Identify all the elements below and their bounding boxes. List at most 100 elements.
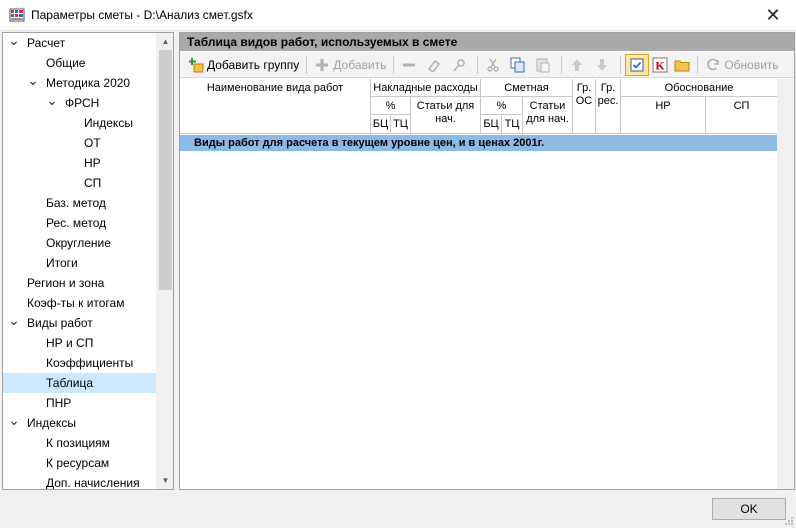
col-overhead: Накладные расходы — [371, 79, 481, 97]
tree-item[interactable]: Округление — [3, 233, 157, 253]
ok-button[interactable]: OK — [712, 498, 786, 520]
arrow-up-icon — [569, 57, 585, 73]
tree-item[interactable]: СП — [3, 173, 157, 193]
coefficient-button[interactable]: K — [649, 54, 671, 76]
copy-button[interactable] — [507, 54, 532, 76]
refresh-label: Обновить — [724, 57, 779, 72]
scroll-up-icon[interactable]: ▲ — [157, 33, 173, 50]
tree-item[interactable]: Общие — [3, 53, 157, 73]
tree-item[interactable]: ⌄ ФРСН — [3, 93, 157, 113]
grid-scrollbar[interactable] — [777, 79, 794, 489]
tree-item[interactable]: Индексы — [3, 113, 157, 133]
chevron-down-icon[interactable]: ⌄ — [8, 313, 20, 333]
tree-item[interactable]: Итоги — [3, 253, 157, 273]
edit-button[interactable] — [423, 54, 448, 76]
tree-item[interactable]: Коэф-ты к итогам — [3, 293, 157, 313]
toolbar-separator — [620, 55, 622, 74]
tree-item-label: Баз. метод — [46, 196, 106, 210]
tree-item[interactable]: К ресурсам — [3, 453, 157, 473]
close-button[interactable]: ✕ — [750, 0, 796, 31]
move-down-button[interactable] — [591, 54, 616, 76]
tree-item-label: К ресурсам — [46, 456, 110, 470]
tree-item-label: Округление — [46, 236, 111, 250]
col-justification: Обоснование — [621, 79, 778, 97]
tree-item[interactable]: Доп. начисления — [3, 473, 157, 490]
scroll-thumb[interactable] — [159, 50, 172, 290]
resize-grip-icon[interactable] — [784, 516, 794, 526]
col-gr-res[interactable]: Гр. рес. — [596, 79, 621, 134]
tree-item[interactable]: Таблица — [3, 373, 157, 393]
add-group-label: Добавить группу — [207, 57, 300, 72]
folder-button[interactable] — [671, 54, 693, 76]
tree-item-label: Таблица — [46, 376, 94, 390]
paste-button[interactable] — [532, 54, 557, 76]
col-overhead-pct[interactable]: % — [371, 97, 411, 115]
add-button[interactable]: Добавить — [311, 54, 389, 76]
scroll-down-icon[interactable]: ▼ — [157, 472, 173, 489]
clear-button[interactable] — [448, 54, 473, 76]
tree-item[interactable]: НР — [3, 153, 157, 173]
col-name[interactable]: Наименование вида работ — [180, 79, 371, 134]
col-profit-items[interactable]: Статьи для нач. — [523, 97, 573, 134]
paste-icon — [535, 57, 551, 73]
plus-icon — [314, 57, 330, 73]
tree-item-label: ПНР — [46, 396, 72, 410]
tree-item[interactable]: ОТ — [3, 133, 157, 153]
tree-item[interactable]: Коэффициенты — [3, 353, 157, 373]
tree-item[interactable]: К позициям — [3, 433, 157, 453]
work-types-panel: Таблица видов работ, используемых в смет… — [179, 32, 795, 490]
scissors-icon — [485, 57, 501, 73]
col-profit-pct[interactable]: % — [481, 97, 523, 115]
col-justification-sp[interactable]: СП — [706, 97, 778, 134]
add-group-button[interactable]: Добавить группу — [185, 54, 302, 76]
tree-item[interactable]: ⌄ Индексы — [3, 413, 157, 433]
tree-item[interactable]: ПНР — [3, 393, 157, 413]
copy-icon — [510, 57, 526, 73]
tree-item-label: Итоги — [46, 256, 78, 270]
tree-item[interactable]: ⌄ Виды работ — [3, 313, 157, 333]
chevron-down-icon[interactable]: ⌄ — [8, 413, 20, 433]
eraser-icon — [426, 57, 442, 73]
refresh-icon — [705, 57, 721, 73]
col-overhead-items[interactable]: Статьи для нач. — [411, 97, 481, 134]
tree-item-label: Виды работ — [27, 316, 93, 330]
toolbar: Добавить группу Добавить K Обновить — [180, 52, 794, 78]
move-up-button[interactable] — [566, 54, 591, 76]
group-row[interactable]: Виды работ для расчета в текущем уровне … — [180, 135, 778, 151]
tree-item[interactable]: ⌄ Расчет — [3, 33, 157, 53]
tree-item-label: Общие — [46, 56, 86, 70]
tree-item[interactable]: ⌄ Методика 2020 — [3, 73, 157, 93]
tree-item[interactable]: НР и СП — [3, 333, 157, 353]
tree-item-label: ФРСН — [65, 96, 100, 110]
tree-item-label: НР — [84, 156, 101, 170]
tree-item[interactable]: Баз. метод — [3, 193, 157, 213]
cut-button[interactable] — [482, 54, 507, 76]
window-title: Параметры сметы - D:\Анализ смет.gsfx — [31, 8, 253, 22]
col-profit-tc[interactable]: ТЦ — [502, 115, 523, 134]
grid-header: Наименование вида работ Накладные расход… — [180, 79, 778, 134]
panel-title: Таблица видов работ, используемых в смет… — [180, 33, 794, 51]
k-letter-icon: K — [652, 57, 668, 73]
add-group-icon — [188, 57, 204, 73]
tree-scrollbar[interactable]: ▲ ▼ — [156, 33, 173, 489]
chevron-down-icon[interactable]: ⌄ — [46, 93, 58, 113]
toolbar-separator — [561, 55, 563, 74]
col-overhead-bc[interactable]: БЦ — [371, 115, 391, 134]
tree-item[interactable]: Регион и зона — [3, 273, 157, 293]
tree-item-label: Индексы — [84, 116, 133, 130]
settings-tree[interactable]: ⌄ Расчет Общие ⌄ Методика 2020 ⌄ ФРСН Индексы ОТ… — [2, 32, 174, 490]
col-gr-os[interactable]: Гр. ОС — [573, 79, 596, 134]
refresh-button[interactable]: Обновить — [702, 54, 781, 76]
chevron-down-icon[interactable]: ⌄ — [27, 73, 39, 93]
title-bar: Параметры сметы - D:\Анализ смет.gsfx ✕ — [0, 0, 796, 31]
chevron-down-icon[interactable]: ⌄ — [8, 33, 20, 53]
col-profit-bc[interactable]: БЦ — [481, 115, 502, 134]
checkbox-toggle-button[interactable] — [625, 53, 650, 76]
delete-button[interactable] — [398, 54, 423, 76]
folder-icon — [674, 57, 690, 73]
tree-item-label: Доп. начисления — [46, 476, 140, 490]
col-justification-nr[interactable]: НР — [621, 97, 706, 134]
col-overhead-tc[interactable]: ТЦ — [391, 115, 411, 134]
tree-item[interactable]: Рес. метод — [3, 213, 157, 233]
toolbar-separator — [306, 55, 308, 74]
